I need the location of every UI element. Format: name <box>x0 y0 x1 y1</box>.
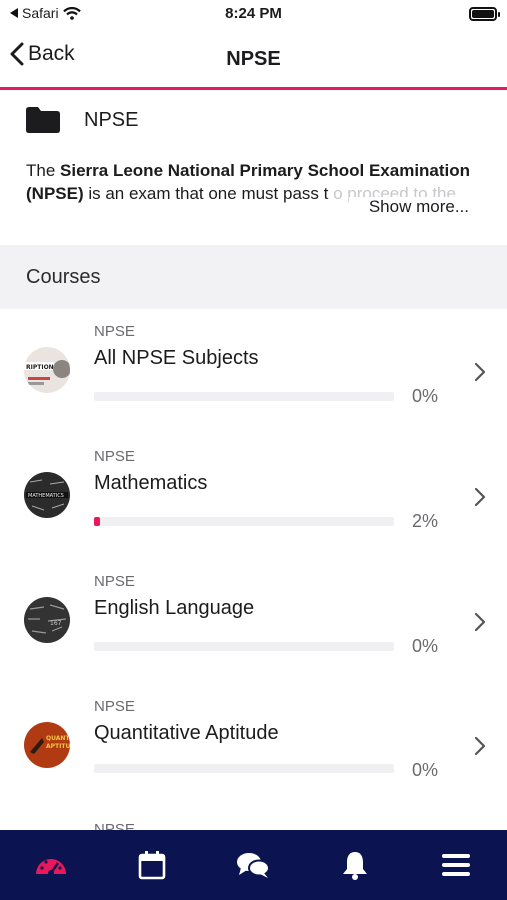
calendar-icon <box>138 851 166 880</box>
course-row-all-subjects[interactable]: RIPTION NPSE All NPSE Subjects 0% <box>0 309 507 434</box>
svg-text:QUANTITA: QUANTITA <box>46 735 70 742</box>
course-thumbnail: QUANTITA APTITUD <box>24 722 70 768</box>
svg-text:167: 167 <box>50 620 62 627</box>
dashboard-icon <box>35 859 66 876</box>
course-category: NPSE <box>94 698 135 715</box>
progress-percent: 0% <box>412 386 439 406</box>
chevron-right-icon <box>474 612 486 632</box>
progress-bar <box>94 764 394 773</box>
tab-notifications[interactable] <box>325 835 385 895</box>
desc-text: The <box>26 161 61 180</box>
tab-messages[interactable] <box>223 835 283 895</box>
progress-bar <box>94 517 394 526</box>
progress-percent: 0% <box>412 760 439 780</box>
course-thumbnail: RIPTION <box>24 347 70 393</box>
course-category: NPSE <box>94 573 135 590</box>
chevron-right-icon <box>474 487 486 507</box>
category-header: NPSE The Sierra Leone National Primary S… <box>0 93 507 245</box>
course-category: NPSE <box>94 323 135 340</box>
course-thumbnail: MATHEMATICS <box>24 472 70 518</box>
courses-section-header: Courses <box>0 245 507 309</box>
progress-percent: 2% <box>412 511 439 531</box>
course-name: Mathematics <box>94 472 208 494</box>
show-more-link[interactable]: Show more... <box>348 197 469 217</box>
page-title: NPSE <box>226 48 281 70</box>
svg-text:RIPTION: RIPTION <box>26 364 54 371</box>
course-row-mathematics[interactable]: MATHEMATICS NPSE Mathematics 2% <box>0 434 507 559</box>
course-name: Quantitative Aptitude <box>94 722 279 744</box>
progress-percent: 0% <box>412 636 439 656</box>
category-name: NPSE <box>84 108 139 131</box>
bell-icon <box>342 852 367 880</box>
chevron-right-icon <box>474 736 486 756</box>
course-row-quantitative[interactable]: QUANTITA APTITUD NPSE Quantitative Aptit… <box>0 684 507 809</box>
course-category: NPSE <box>94 821 135 830</box>
tab-bar <box>0 830 507 900</box>
progress-bar <box>94 392 394 401</box>
chevron-right-icon <box>474 362 486 382</box>
course-row-partial[interactable]: NPSE <box>0 809 507 830</box>
course-category: NPSE <box>94 448 135 465</box>
menu-icon <box>442 854 471 876</box>
desc-text-2: is an exam that one must pass t <box>83 184 329 203</box>
section-title: Courses <box>26 266 101 288</box>
course-name: All NPSE Subjects <box>94 347 259 369</box>
tab-dashboard[interactable] <box>21 835 81 895</box>
svg-text:MATHEMATICS: MATHEMATICS <box>28 493 64 499</box>
course-row-english[interactable]: 167 NPSE English Language 0% <box>0 559 507 684</box>
progress-bar <box>94 642 394 651</box>
nav-bar: Back NPSE <box>0 28 507 90</box>
course-thumbnail: 167 <box>24 597 70 643</box>
tab-calendar[interactable] <box>122 835 182 895</box>
status-bar: Safari 8:24 PM <box>0 0 507 28</box>
svg-text:APTITUD: APTITUD <box>46 743 70 750</box>
folder-icon <box>26 107 60 133</box>
course-name: English Language <box>94 597 255 619</box>
chat-icon <box>237 853 271 878</box>
status-time: 8:24 PM <box>225 5 282 22</box>
tab-menu[interactable] <box>426 835 486 895</box>
progress-fill <box>94 517 100 526</box>
battery-icon <box>469 7 500 21</box>
